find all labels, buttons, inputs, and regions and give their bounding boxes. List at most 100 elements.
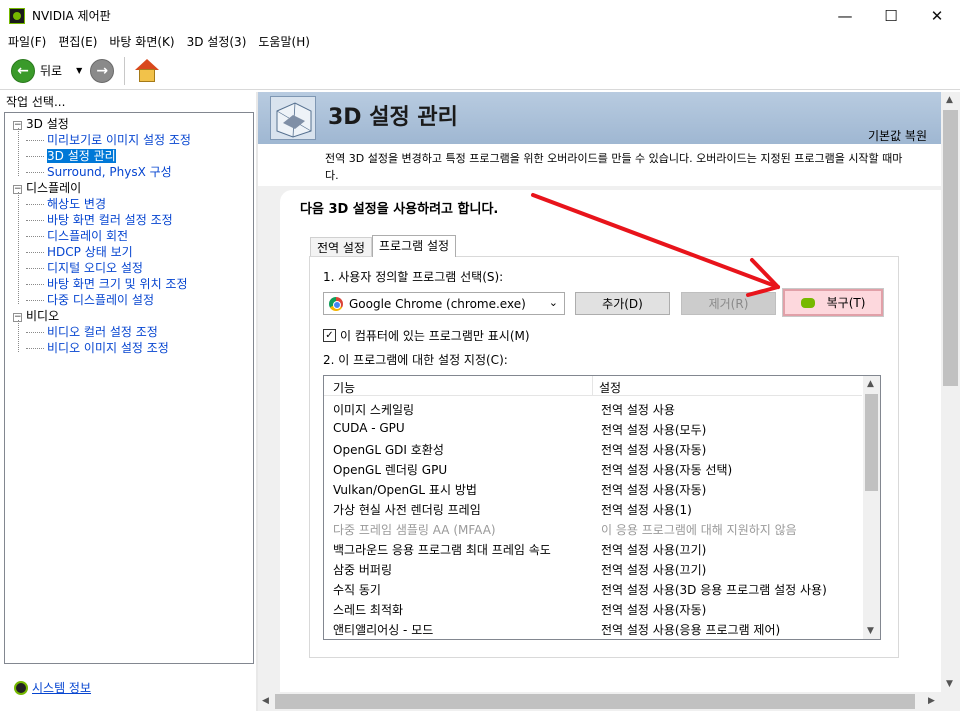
home-icon[interactable] bbox=[134, 58, 160, 84]
scrollbar-thumb[interactable] bbox=[865, 394, 878, 491]
page-description: 전역 3D 설정을 변경하고 특정 프로그램을 위한 오버라이드를 만들 수 있… bbox=[258, 146, 941, 186]
table-row[interactable]: 가상 현실 사전 렌더링 프레임 전역 설정 사용(1) bbox=[324, 498, 862, 518]
table-row[interactable]: OpenGL GDI 호환성 전역 설정 사용(자동) bbox=[324, 438, 862, 458]
feature-cell: OpenGL GDI 호환성 bbox=[333, 443, 444, 457]
title-bar: NVIDIA 제어판 — ☐ ✕ bbox=[0, 0, 960, 31]
table-row[interactable]: 앤티앨리어싱 - 모드 전역 설정 사용(응용 프로그램 제어) bbox=[324, 618, 862, 638]
menu-edit[interactable]: 편집(E) bbox=[52, 33, 103, 50]
tree-item-preview-image-settings[interactable]: 미리보기로 이미지 설정 조정 bbox=[13, 132, 191, 148]
maximize-button[interactable]: ☐ bbox=[868, 0, 914, 31]
tree-item-change-resolution[interactable]: 해상도 변경 bbox=[13, 196, 191, 212]
program-settings-panel: 1. 사용자 정의할 프로그램 선택(S): Google Chrome (ch… bbox=[309, 256, 899, 658]
setting-cell[interactable]: 전역 설정 사용(끄기) bbox=[601, 561, 706, 578]
show-installed-only-row[interactable]: ✓ 이 컴퓨터에 있는 프로그램만 표시(M) bbox=[323, 327, 530, 344]
close-button[interactable]: ✕ bbox=[914, 0, 960, 31]
restore-button-label: 복구(T) bbox=[826, 296, 866, 310]
content-vertical-scrollbar[interactable]: ▲ ▼ bbox=[941, 92, 960, 692]
scroll-down-icon[interactable]: ▼ bbox=[946, 679, 953, 689]
tree-group-video[interactable]: − 비디오 bbox=[13, 308, 191, 324]
menu-3d-settings[interactable]: 3D 설정(3) bbox=[181, 33, 253, 50]
setting-cell[interactable]: 전역 설정 사용(응용 프로그램 제어) bbox=[601, 621, 780, 638]
feature-cell: 이미지 스케일링 bbox=[333, 403, 415, 417]
tree-item-multiple-displays[interactable]: 다중 디스플레이 설정 bbox=[13, 292, 191, 308]
show-installed-only-label: 이 컴퓨터에 있는 프로그램만 표시(M) bbox=[340, 329, 530, 343]
content-horizontal-scrollbar[interactable]: ◀ ▶ bbox=[258, 692, 941, 711]
table-row[interactable]: 이미지 스케일링 전역 설정 사용 bbox=[324, 398, 862, 418]
feature-cell: Vulkan/OpenGL 표시 방법 bbox=[333, 483, 477, 497]
tree-item-manage-3d-settings[interactable]: 3D 설정 관리 bbox=[13, 148, 191, 164]
history-dropdown-icon[interactable]: ▼ bbox=[76, 66, 82, 75]
tree-item-video-color[interactable]: 비디오 컬러 설정 조정 bbox=[13, 324, 191, 340]
table-scrollbar[interactable]: ▲ ▼ bbox=[863, 376, 880, 639]
restore-defaults-link[interactable]: 기본값 복원 bbox=[868, 127, 927, 144]
scrollbar-thumb[interactable] bbox=[275, 694, 915, 709]
setting-cell[interactable]: 전역 설정 사용(3D 응용 프로그램 설정 사용) bbox=[601, 581, 827, 598]
menu-desktop[interactable]: 바탕 화면(K) bbox=[103, 33, 180, 50]
back-button-label[interactable]: 뒤로 bbox=[40, 62, 62, 79]
forward-arrow-icon[interactable]: → bbox=[90, 58, 115, 83]
setting-cell[interactable]: 전역 설정 사용(자동 선택) bbox=[601, 461, 732, 478]
tree-group-3d[interactable]: −3D 설정 bbox=[13, 116, 191, 132]
setting-cell[interactable]: 전역 설정 사용(모두) bbox=[601, 421, 706, 438]
setting-cell[interactable]: 이 응용 프로그램에 대해 지원하지 않음 bbox=[601, 521, 797, 538]
program-select[interactable]: Google Chrome (chrome.exe) ⌄ bbox=[323, 292, 565, 315]
scroll-down-icon[interactable]: ▼ bbox=[867, 626, 874, 636]
column-header-setting[interactable]: 설정 bbox=[599, 379, 621, 396]
chevron-down-icon[interactable]: ⌄ bbox=[549, 296, 558, 309]
collapse-icon[interactable]: − bbox=[13, 185, 22, 194]
scroll-left-icon[interactable]: ◀ bbox=[262, 696, 269, 706]
setting-cell[interactable]: 전역 설정 사용(끄기) bbox=[601, 541, 706, 558]
table-row[interactable]: CUDA - GPU 전역 설정 사용(모두) bbox=[324, 418, 862, 438]
table-row[interactable]: 수직 동기 전역 설정 사용(3D 응용 프로그램 설정 사용) bbox=[324, 578, 862, 598]
show-installed-only-checkbox[interactable]: ✓ bbox=[323, 329, 336, 342]
setting-cell[interactable]: 전역 설정 사용(자동) bbox=[601, 481, 706, 498]
table-row[interactable]: 스레드 최적화 전역 설정 사용(자동) bbox=[324, 598, 862, 618]
add-button[interactable]: 추가(D) bbox=[575, 292, 670, 315]
table-row[interactable]: 삼중 버퍼링 전역 설정 사용(끄기) bbox=[324, 558, 862, 578]
settings-tabs: 전역 설정 프로그램 설정 bbox=[310, 235, 457, 257]
tree-item-desktop-color[interactable]: 바탕 화면 컬러 설정 조정 bbox=[13, 212, 191, 228]
tree-item-hdcp-status[interactable]: HDCP 상태 보기 bbox=[13, 244, 191, 260]
tree-item-digital-audio[interactable]: 디지털 오디오 설정 bbox=[13, 260, 191, 276]
nvidia-icon bbox=[800, 297, 815, 308]
scroll-right-icon[interactable]: ▶ bbox=[928, 696, 935, 706]
content-pane: 3D 설정 관리 기본값 복원 전역 3D 설정을 변경하고 특정 프로그램을 … bbox=[258, 92, 960, 711]
tab-global-settings[interactable]: 전역 설정 bbox=[310, 237, 372, 257]
menu-file[interactable]: 파일(F) bbox=[2, 33, 52, 50]
feature-cell: OpenGL 렌더링 GPU bbox=[333, 463, 448, 477]
scroll-up-icon[interactable]: ▲ bbox=[946, 95, 953, 105]
3d-cube-icon bbox=[270, 96, 316, 140]
feature-cell: 가상 현실 사전 렌더링 프레임 bbox=[333, 503, 481, 517]
back-arrow-icon[interactable]: ← bbox=[11, 58, 35, 83]
feature-cell: 다중 프레임 샘플링 AA (MFAA) bbox=[333, 523, 496, 537]
tree-group-display[interactable]: − 디스플레이 bbox=[13, 180, 191, 196]
scroll-up-icon[interactable]: ▲ bbox=[867, 379, 874, 389]
tree-item-rotate-display[interactable]: 디스플레이 회전 bbox=[13, 228, 191, 244]
setting-cell[interactable]: 전역 설정 사용(자동) bbox=[601, 441, 706, 458]
table-row[interactable]: 다중 프레임 샘플링 AA (MFAA) 이 응용 프로그램에 대해 지원하지 않… bbox=[324, 518, 862, 538]
menu-help[interactable]: 도움말(H) bbox=[252, 33, 316, 50]
column-header-feature[interactable]: 기능 bbox=[333, 379, 355, 396]
setting-cell[interactable]: 전역 설정 사용(자동) bbox=[601, 601, 706, 618]
tree-item-desktop-size-position[interactable]: 바탕 화면 크기 및 위치 조정 bbox=[13, 276, 191, 292]
tree-item-surround-physx[interactable]: Surround, PhysX 구성 bbox=[13, 164, 191, 180]
table-row[interactable]: OpenGL 렌더링 GPU 전역 설정 사용(자동 선택) bbox=[324, 458, 862, 478]
remove-button[interactable]: 제거(R) bbox=[681, 292, 776, 315]
system-info-icon bbox=[14, 680, 28, 695]
restore-button[interactable]: 복구(T) bbox=[783, 289, 883, 316]
tab-program-settings[interactable]: 프로그램 설정 bbox=[371, 235, 457, 257]
feature-cell: 백그라운드 응용 프로그램 최대 프레임 속도 bbox=[333, 543, 551, 557]
collapse-icon[interactable]: − bbox=[13, 121, 22, 130]
feature-cell: 스레드 최적화 bbox=[333, 603, 404, 617]
system-info-link[interactable]: 시스템 정보 bbox=[32, 679, 91, 696]
minimize-button[interactable]: — bbox=[822, 0, 868, 31]
tree-item-video-image[interactable]: 비디오 이미지 설정 조정 bbox=[13, 340, 191, 356]
chrome-icon bbox=[329, 296, 343, 311]
scrollbar-thumb[interactable] bbox=[943, 110, 958, 386]
feature-cell: 삼중 버퍼링 bbox=[333, 563, 393, 577]
setting-cell[interactable]: 전역 설정 사용(1) bbox=[601, 501, 692, 518]
setting-cell[interactable]: 전역 설정 사용 bbox=[601, 401, 675, 418]
collapse-icon[interactable]: − bbox=[13, 313, 22, 322]
table-row[interactable]: Vulkan/OpenGL 표시 방법 전역 설정 사용(자동) bbox=[324, 478, 862, 498]
table-row[interactable]: 백그라운드 응용 프로그램 최대 프레임 속도 전역 설정 사용(끄기) bbox=[324, 538, 862, 558]
